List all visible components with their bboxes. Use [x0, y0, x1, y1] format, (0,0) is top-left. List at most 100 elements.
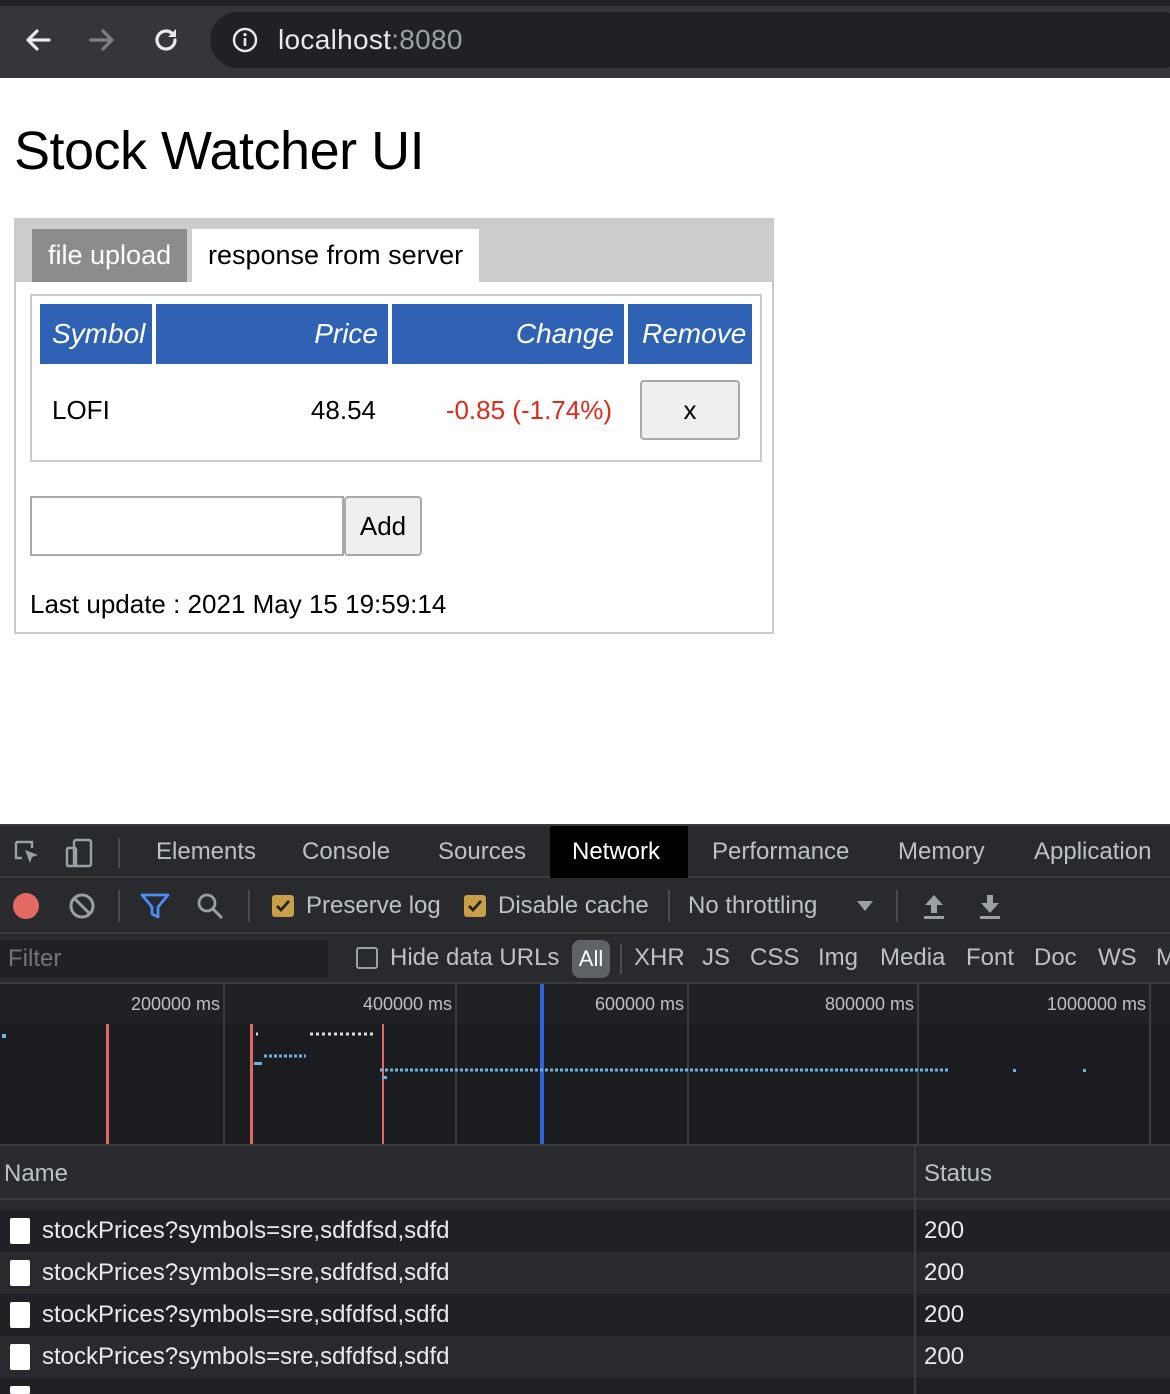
forward-button[interactable] [82, 20, 122, 60]
toolbar-divider [118, 890, 120, 922]
tab-console[interactable]: Console [280, 826, 412, 878]
document-icon [10, 1260, 30, 1286]
tab-elements[interactable]: Elements [134, 826, 278, 878]
toolbar-divider [118, 838, 120, 868]
devtools-tab-bar: Elements Console Sources Network Perform… [0, 824, 1170, 878]
type-filter-ws[interactable]: WS [1098, 943, 1137, 973]
disable-cache-checkbox[interactable] [464, 895, 486, 917]
disable-cache-label[interactable]: Disable cache [498, 891, 649, 921]
type-filter-css[interactable]: CSS [750, 943, 799, 973]
last-update-text: Last update : 2021 May 15 19:59:14 [30, 589, 447, 619]
url-text: localhost:8080 [278, 24, 463, 56]
column-header-remove: Remove [628, 304, 752, 364]
timeline-plot-area [0, 1024, 1170, 1146]
network-filter-bar: Hide data URLs All XHR JS CSS Img Media … [0, 934, 1170, 984]
tab-file-upload[interactable]: file upload [32, 229, 188, 282]
request-bar [2, 1034, 6, 1038]
request-name: stockPrices?symbols=sre,sdfdfsd,sdfd [42, 1343, 450, 1370]
back-button[interactable] [18, 20, 58, 60]
column-header-name[interactable]: Name [4, 1160, 68, 1188]
tab-response-from-server[interactable]: response from server [192, 229, 480, 282]
preserve-log-label[interactable]: Preserve log [306, 891, 441, 921]
type-filter-js[interactable]: JS [702, 943, 730, 973]
address-bar[interactable]: localhost:8080 [210, 12, 1170, 68]
tab-performance[interactable]: Performance [690, 826, 871, 878]
type-filter-xhr[interactable]: XHR [634, 943, 685, 973]
cell-change: -0.85 (-1.74%) [445, 395, 612, 425]
preserve-log-checkbox[interactable] [272, 895, 294, 917]
type-filter-img[interactable]: Img [818, 943, 858, 973]
remove-stock-button[interactable]: x [640, 380, 740, 440]
network-toolbar: Preserve log Disable cache No throttling [0, 878, 1170, 934]
dropdown-arrow-icon[interactable] [856, 900, 874, 912]
export-har-icon[interactable] [978, 892, 1002, 920]
request-status: 200 [924, 1343, 965, 1370]
type-filter-more[interactable]: M [1156, 943, 1170, 973]
table-row[interactable]: stockPrices?symbols=sre,sdfdfsd,sdfd 200 [0, 1210, 1170, 1252]
record-icon[interactable] [12, 892, 40, 920]
request-name: stockPrices?symbols=sre,sdfdfsd,sdfd [42, 1259, 450, 1286]
toolbar-divider [896, 890, 898, 922]
add-button[interactable]: Add [344, 496, 422, 556]
document-icon [10, 1386, 30, 1394]
type-filter-font[interactable]: Font [966, 943, 1014, 973]
tab-network[interactable]: Network [550, 826, 688, 878]
tab-memory[interactable]: Memory [876, 826, 1007, 878]
load-event-marker [382, 1024, 384, 1146]
table-row[interactable]: stockPrices?symbols=sre,sdfdfsd,sdfd 200 [0, 1252, 1170, 1294]
filter-input[interactable] [0, 940, 328, 978]
timeline-tick-label: 200000 ms [131, 994, 220, 1014]
request-status: 200 [924, 1259, 965, 1286]
hide-data-urls-checkbox[interactable] [356, 947, 378, 969]
throttling-select[interactable]: No throttling [688, 891, 817, 921]
web-page: Stock Watcher UI file upload response fr… [0, 78, 1170, 824]
devtools-panel: Elements Console Sources Network Perform… [0, 824, 1170, 1394]
browser-toolbar: localhost:8080 [0, 0, 1170, 78]
column-header-status[interactable]: Status [924, 1160, 992, 1188]
checkmark-icon [468, 900, 483, 913]
info-icon[interactable] [232, 27, 258, 53]
request-bar [1083, 1069, 1086, 1072]
table-row-partial[interactable] [0, 1378, 1170, 1394]
table-row-partial[interactable] [0, 1200, 1170, 1210]
clear-icon[interactable] [68, 892, 96, 920]
tab-sources[interactable]: Sources [416, 826, 548, 878]
tab-application[interactable]: Application [1012, 826, 1170, 878]
arrow-left-icon [26, 29, 51, 51]
timeline-chart: 200000 ms 400000 ms 600000 ms 800000 ms … [0, 984, 1170, 1146]
page-title: Stock Watcher UI [14, 121, 425, 181]
timeline-tick-label: 1000000 ms [1047, 994, 1146, 1014]
timeline-tick-label: 800000 ms [825, 994, 914, 1014]
device-toolbar-icon[interactable] [64, 838, 94, 868]
symbol-input[interactable] [30, 496, 344, 556]
network-request-table: Name Status stockPrices?symbols=sre,sdfd… [0, 1144, 1170, 1394]
type-filter-doc[interactable]: Doc [1034, 943, 1077, 973]
url-host: localhost [278, 24, 392, 55]
url-port: :8080 [391, 24, 463, 55]
request-name: stockPrices?symbols=sre,sdfdfsd,sdfd [42, 1217, 450, 1244]
search-icon[interactable] [196, 892, 224, 920]
tab-content: Symbol Price Change Remove LOFI 48.54 -0… [14, 282, 774, 634]
tab-bar: file upload response from server [14, 218, 774, 282]
checkmark-icon [276, 900, 291, 913]
table-row[interactable]: stockPrices?symbols=sre,sdfdfsd,sdfd 200 [0, 1294, 1170, 1336]
cell-symbol: LOFI [52, 395, 110, 425]
table-row[interactable]: stockPrices?symbols=sre,sdfdfsd,sdfd 200 [0, 1336, 1170, 1378]
import-har-icon[interactable] [922, 892, 946, 920]
column-header-price: Price [156, 304, 388, 364]
tab-strip-edge [0, 0, 1170, 6]
type-filter-media[interactable]: Media [880, 943, 945, 973]
load-event-marker [250, 1024, 253, 1146]
type-filter-all[interactable]: All [572, 940, 610, 978]
inspect-element-icon[interactable] [12, 838, 42, 868]
reload-icon [155, 29, 177, 51]
timeline-tick-label: 400000 ms [363, 994, 452, 1014]
request-status: 200 [924, 1217, 965, 1244]
reload-button[interactable] [146, 20, 186, 60]
hide-data-urls-label[interactable]: Hide data URLs [390, 943, 559, 973]
cell-price: 48.54 [310, 395, 376, 425]
load-event-marker [106, 1024, 109, 1146]
column-header-change: Change [392, 304, 624, 364]
filter-icon[interactable] [140, 892, 170, 920]
network-timeline-overview[interactable]: 200000 ms 400000 ms 600000 ms 800000 ms … [0, 984, 1170, 1146]
